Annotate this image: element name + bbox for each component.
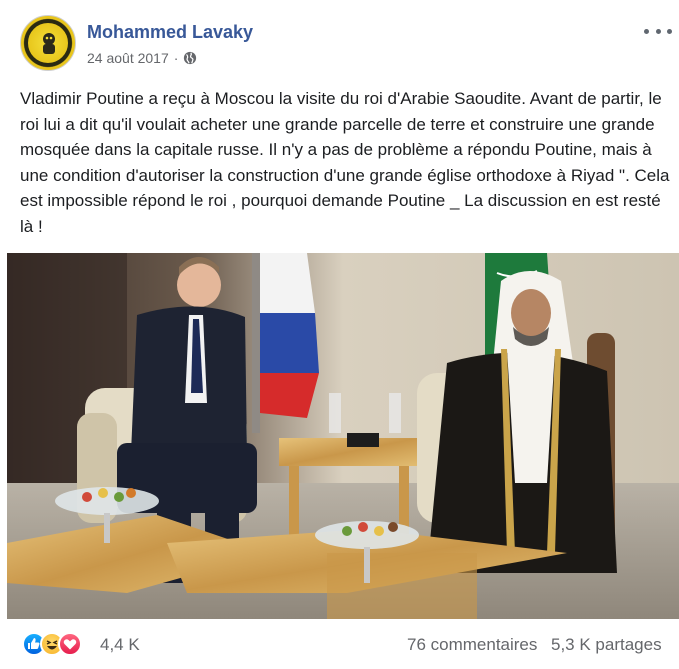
post-meta: 24 août 2017 · [87, 50, 197, 66]
reaction-count[interactable]: 4,4 K [100, 635, 140, 655]
post-header: Mohammed Lavaky 24 août 2017 · [20, 15, 672, 75]
love-icon [58, 632, 82, 656]
post-date[interactable]: 24 août 2017 [87, 50, 169, 66]
post-photo[interactable] [7, 253, 679, 619]
avatar[interactable] [20, 15, 76, 71]
avatar-logo-icon [43, 33, 55, 54]
reaction-icons[interactable] [22, 632, 98, 656]
facebook-post: Mohammed Lavaky 24 août 2017 · Vladimir … [0, 0, 679, 669]
reactions-bar: 4,4 K 76 commentaires 5,3 K partages [0, 622, 679, 666]
meta-separator: · [173, 50, 179, 66]
comments-count[interactable]: 76 commentaires [407, 635, 537, 655]
post-text: Vladimir Poutine a reçu à Moscou la visi… [20, 89, 670, 236]
author-name[interactable]: Mohammed Lavaky [87, 22, 253, 43]
more-options-icon[interactable] [644, 24, 672, 38]
globe-icon[interactable] [183, 51, 197, 65]
shares-count[interactable]: 5,3 K partages [551, 635, 662, 655]
